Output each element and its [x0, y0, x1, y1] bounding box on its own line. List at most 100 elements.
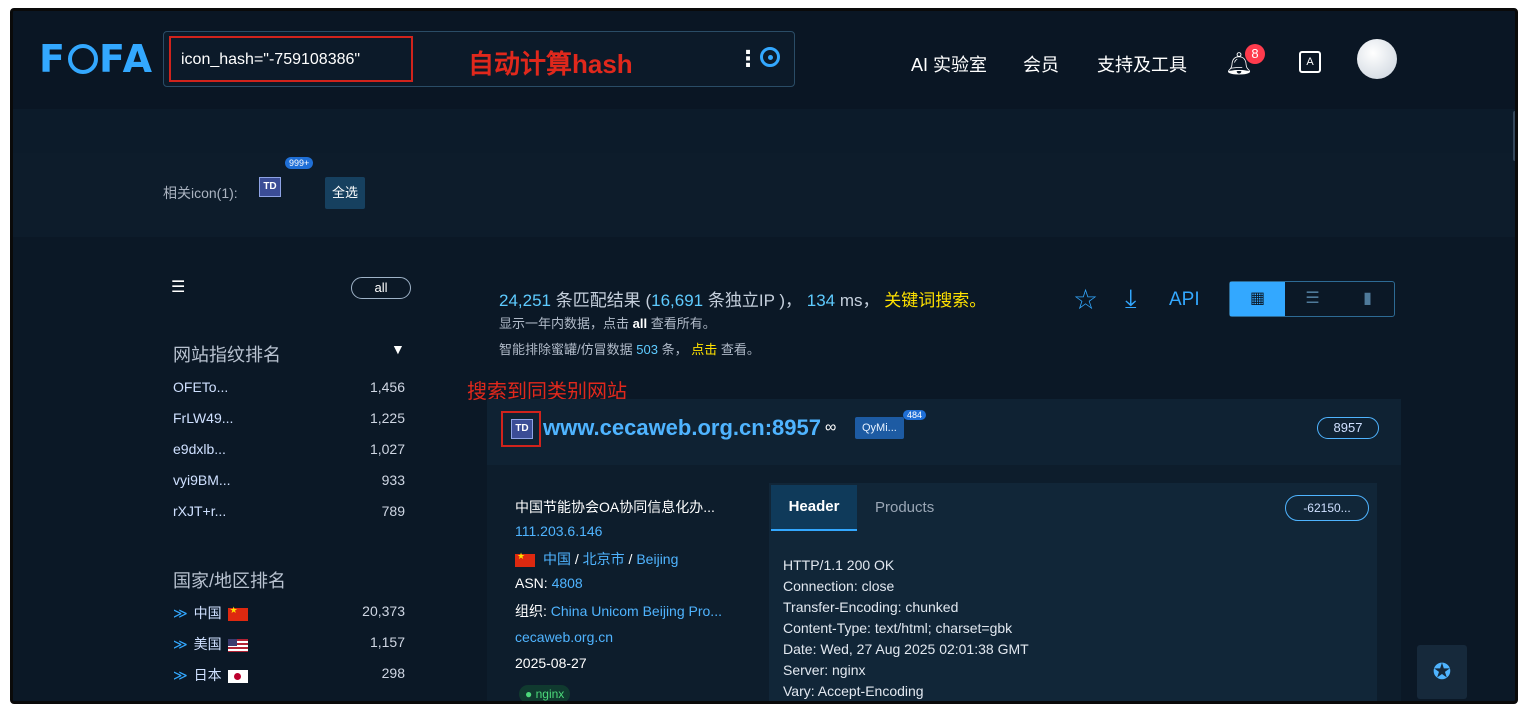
org-row: 组织: China Unicom Beijing Pro... [515, 601, 722, 621]
annotation-auto-hash: 自动计算hash [468, 49, 633, 79]
more-options-icon[interactable]: ⋮ [737, 46, 759, 72]
header-line: Content-Type: text/html; charset=gbk [783, 620, 1013, 636]
fingerprint-tag[interactable]: QyMi... [855, 417, 904, 439]
header-line: Connection: close [783, 578, 895, 594]
country-ranking-title: 国家/地区排名 [173, 571, 287, 591]
tab-header[interactable]: Header [771, 485, 857, 531]
filter-settings-icon[interactable]: ☰ [171, 277, 185, 297]
fingerprint-name: FrLW49... [173, 410, 234, 426]
fingerprint-row[interactable]: vyi9BM... 933 [173, 472, 405, 492]
click-link[interactable]: 点击 [691, 342, 717, 357]
header-line: Date: Wed, 27 Aug 2025 02:01:38 GMT [783, 641, 1029, 657]
header-line: Vary: Accept-Encoding [783, 683, 924, 699]
result-favicon-td[interactable]: TD [511, 419, 533, 439]
wechat-icon[interactable]: ✪ [1417, 645, 1467, 699]
flag-cn-icon [515, 551, 535, 567]
org-link[interactable]: China Unicom Beijing Pro... [551, 603, 722, 619]
nav-support-tools[interactable]: 支持及工具 [1097, 51, 1187, 77]
domain-link[interactable]: cecaweb.org.cn [515, 629, 613, 645]
chevron-right-icon: ≫ [173, 636, 188, 652]
location-row: 中国 / 北京市 / Beijing [515, 549, 678, 569]
year-note-prefix: 显示一年内数据，点击 [499, 316, 630, 331]
country-row[interactable]: ≫ 日本 298 [173, 665, 405, 685]
year-note-suffix: 查看所有。 [650, 316, 716, 331]
asn-label: ASN: [515, 575, 548, 591]
tab-products[interactable]: Products [875, 499, 934, 516]
ip-label: 条独立IP )， [707, 291, 802, 310]
related-favicon-td[interactable]: TD [259, 177, 281, 197]
country-name: 中国 [193, 605, 222, 621]
honeypot-note-suffix: 查看。 [720, 342, 760, 357]
total-count: 24,251 [499, 291, 551, 310]
funnel-icon[interactable]: ▼ [391, 341, 405, 357]
page-scrollbar[interactable] [1513, 111, 1515, 161]
result-host-link[interactable]: www.cecaweb.org.cn:8957 [543, 415, 821, 441]
search-highlight-box [169, 36, 413, 82]
star-icon[interactable]: ☆ [1073, 283, 1098, 316]
fingerprint-row[interactable]: e9dxlb... 1,027 [173, 441, 405, 461]
location-city-en[interactable]: Beijing [636, 551, 678, 567]
fingerprint-name: e9dxlb... [173, 441, 226, 457]
server-tag[interactable]: ● nginx [519, 685, 571, 701]
flag-cn-icon [227, 605, 248, 621]
year-data-note: 显示一年内数据，点击 all 查看所有。 [499, 313, 716, 332]
nav-ai-lab[interactable]: AI 实验室 [911, 51, 987, 77]
avatar[interactable] [1357, 39, 1397, 79]
country-row[interactable]: ≫ 中国 20,373 [173, 603, 405, 623]
honeypot-note-mid: 条， [661, 342, 688, 357]
server-tag-label: nginx [535, 687, 565, 701]
chevron-right-icon: ≫ [173, 667, 188, 683]
asn-row: ASN: 4808 [515, 575, 583, 591]
country-count: 20,373 [362, 603, 405, 619]
location-country[interactable]: 中国 [543, 551, 571, 567]
country-count: 298 [381, 665, 405, 681]
fofa-logo[interactable]: F FA [39, 37, 154, 81]
fingerprint-name: rXJT+r... [173, 503, 227, 519]
location-city[interactable]: 北京市 [583, 551, 625, 567]
download-icon[interactable]: ⤓ [1125, 283, 1137, 315]
logo-prefix: F [39, 37, 67, 81]
header-line: Server: nginx [783, 662, 866, 678]
fingerprint-tag-count: 484 [903, 410, 927, 420]
related-icons-row [13, 153, 1515, 237]
logo-suffix: FA [98, 37, 154, 81]
search-icon[interactable] [760, 47, 780, 67]
fingerprint-row[interactable]: FrLW49... 1,225 [173, 410, 405, 430]
flag-us-icon [227, 638, 248, 652]
all-toggle[interactable]: all [351, 277, 411, 299]
fingerprint-count: 1,225 [369, 410, 405, 426]
result-stats: 24,251 条匹配结果 (16,691 条独立IP )， 134 ms， 关键… [499, 286, 986, 311]
header-line: HTTP/1.1 200 OK [783, 557, 895, 573]
ip-count: 16,691 [651, 291, 704, 310]
nav-membership[interactable]: 会员 [1023, 51, 1059, 77]
search-input[interactable] [181, 46, 411, 74]
country-row[interactable]: ≫ 美国 1,157 [173, 634, 405, 654]
port-badge[interactable]: 8957 [1317, 417, 1379, 439]
header-hash-badge[interactable]: -62150... [1285, 495, 1369, 521]
fingerprint-count: 933 [381, 472, 405, 488]
keyword-search-link[interactable]: 关键词搜索。 [884, 291, 986, 310]
chart-view-icon[interactable]: ▮ [1340, 282, 1395, 316]
list-view-icon[interactable]: ☰ [1285, 282, 1340, 316]
country-name: 美国 [193, 636, 222, 652]
api-button[interactable]: API [1169, 289, 1200, 311]
site-title: 中国节能协会OA协同信息化办... [515, 499, 715, 515]
country-count: 1,157 [369, 634, 405, 650]
country-name: 日本 [193, 667, 222, 683]
ip-link[interactable]: 111.203.6.146 [515, 523, 602, 539]
fingerprint-count: 1,027 [369, 441, 405, 457]
link-icon[interactable]: ∞ [825, 419, 836, 437]
grid-view-icon[interactable]: ▦ [1230, 282, 1285, 316]
select-all-button[interactable]: 全选 [325, 177, 365, 209]
asn-link[interactable]: 4808 [552, 575, 583, 591]
fingerprint-name: vyi9BM... [173, 472, 231, 488]
all-link[interactable]: all [633, 316, 647, 331]
honeypot-note-prefix: 智能排除蜜罐/仿冒数据 [499, 342, 633, 357]
scan-date: 2025-08-27 [515, 655, 587, 671]
fingerprint-row[interactable]: rXJT+r... 789 [173, 503, 405, 523]
header-band [13, 109, 1515, 153]
translate-icon[interactable]: A [1299, 51, 1321, 73]
logo-pin-icon [67, 44, 98, 74]
fingerprint-row[interactable]: OFETo... 1,456 [173, 379, 405, 399]
chevron-right-icon: ≫ [173, 605, 188, 621]
